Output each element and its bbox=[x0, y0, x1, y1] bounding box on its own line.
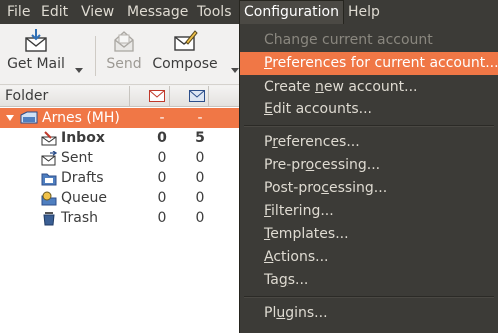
menu-help[interactable]: Help bbox=[344, 0, 384, 24]
account-name: Arnes (MH) bbox=[42, 110, 120, 126]
account-mailbox-icon bbox=[20, 111, 38, 124]
unread-count: 0 bbox=[157, 190, 167, 206]
toolbar-separator bbox=[95, 36, 96, 76]
menu-separator bbox=[244, 125, 494, 127]
get-mail-button[interactable]: Get Mail bbox=[5, 28, 67, 72]
menu-item-plugins[interactable]: Plugins... bbox=[240, 302, 498, 325]
menu-separator bbox=[244, 296, 494, 298]
compose-dropdown-arrow[interactable] bbox=[231, 68, 239, 73]
menu-item-filtering[interactable]: Filtering... bbox=[240, 200, 498, 223]
folder-row-trash[interactable]: Trash 0 0 bbox=[0, 208, 240, 228]
new-count: 5 bbox=[195, 130, 205, 146]
inbox-icon bbox=[41, 131, 57, 146]
folder-row-queue[interactable]: Queue 0 0 bbox=[0, 188, 240, 208]
new-mail-icon bbox=[189, 90, 205, 102]
unread-count: 0 bbox=[157, 170, 167, 186]
new-count: 0 bbox=[195, 150, 205, 166]
unread-count: 0 bbox=[157, 130, 167, 146]
compose-label: Compose bbox=[152, 56, 218, 72]
get-mail-label: Get Mail bbox=[7, 56, 65, 72]
compose-button[interactable]: Compose bbox=[151, 28, 219, 72]
send-label: Send bbox=[106, 56, 142, 72]
menu-bar: File Edit View Message Tools Configurati… bbox=[0, 0, 498, 24]
send-button[interactable]: Send bbox=[104, 28, 144, 72]
menu-item-templates[interactable]: Templates... bbox=[240, 223, 498, 246]
new-count: 0 bbox=[195, 190, 205, 206]
folder-row-drafts[interactable]: Drafts 0 0 bbox=[0, 168, 240, 188]
folder-row-sent[interactable]: Sent 0 0 bbox=[0, 148, 240, 168]
unread-count: 0 bbox=[157, 150, 167, 166]
menu-view[interactable]: View bbox=[77, 0, 118, 24]
account-row[interactable]: Arnes (MH) - - bbox=[0, 108, 240, 128]
folder-name: Sent bbox=[61, 150, 93, 166]
menu-item-actions[interactable]: Actions... bbox=[240, 246, 498, 269]
folder-name: Inbox bbox=[61, 130, 105, 146]
trash-icon bbox=[43, 212, 55, 226]
menu-item-edit-accounts[interactable]: Edit accounts... bbox=[240, 98, 498, 121]
folder-header: Folder bbox=[0, 86, 240, 107]
expander-arrow[interactable] bbox=[6, 115, 14, 121]
account-unread-count: - bbox=[159, 110, 165, 126]
send-icon bbox=[114, 31, 134, 52]
folder-pane: Folder Arnes (MH) - - Inbox 0 5 Sent 0 0… bbox=[0, 86, 240, 333]
get-mail-icon bbox=[25, 29, 47, 52]
folder-name: Trash bbox=[61, 210, 98, 226]
folder-column-header[interactable]: Folder bbox=[0, 86, 130, 106]
menu-file[interactable]: File bbox=[3, 0, 34, 24]
drafts-icon bbox=[41, 173, 57, 186]
menu-item-post-processing[interactable]: Post-processing... bbox=[240, 177, 498, 200]
menu-item-tags[interactable]: Tags... bbox=[240, 269, 498, 292]
configuration-menu: Change current account Preferences for c… bbox=[239, 24, 498, 333]
get-mail-dropdown-arrow[interactable] bbox=[75, 68, 83, 73]
menu-item-preferences[interactable]: Preferences... bbox=[240, 131, 498, 154]
new-count: 0 bbox=[195, 170, 205, 186]
menu-item-change-current-account: Change current account bbox=[264, 32, 433, 48]
folder-row-inbox[interactable]: Inbox 0 5 bbox=[0, 128, 240, 148]
menu-edit[interactable]: Edit bbox=[37, 0, 72, 24]
compose-icon bbox=[174, 30, 198, 51]
menu-item-preferences-for-current-account[interactable]: Preferences for current account... bbox=[240, 52, 498, 75]
menu-item-pre-processing[interactable]: Pre-processing... bbox=[240, 154, 498, 177]
menu-item-create-new-account[interactable]: Create new account... bbox=[240, 76, 498, 99]
folder-name: Queue bbox=[61, 190, 107, 206]
menu-tools[interactable]: Tools bbox=[193, 0, 236, 24]
sent-icon bbox=[41, 151, 57, 166]
queue-icon bbox=[41, 191, 57, 206]
menu-configuration[interactable]: Configuration bbox=[239, 0, 344, 24]
menu-message[interactable]: Message bbox=[123, 0, 192, 24]
account-new-count: - bbox=[197, 110, 203, 126]
new-column-header[interactable] bbox=[171, 86, 209, 106]
folder-name: Drafts bbox=[61, 170, 104, 186]
unread-mail-icon bbox=[149, 90, 165, 102]
unread-count: 0 bbox=[157, 210, 167, 226]
new-count: 0 bbox=[195, 210, 205, 226]
unread-column-header[interactable] bbox=[132, 86, 170, 106]
